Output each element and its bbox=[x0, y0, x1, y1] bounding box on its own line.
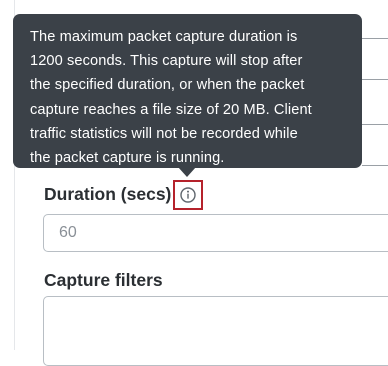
capture-filters-input[interactable] bbox=[43, 296, 388, 366]
background-field-edge bbox=[362, 165, 388, 166]
tooltip-arrow bbox=[178, 167, 196, 177]
tooltip-line: traffic statistics will not be recorded … bbox=[30, 125, 298, 142]
tooltip-line: The maximum packet capture duration is bbox=[30, 29, 298, 45]
tooltip-line: the specified duration, or when the pack… bbox=[30, 77, 305, 94]
background-field-edge bbox=[362, 124, 388, 125]
duration-label: Duration (secs) bbox=[44, 184, 172, 204]
background-field-edge bbox=[362, 79, 388, 80]
tooltip-line: 1200 seconds. This capture will stop aft… bbox=[30, 53, 303, 70]
capture-filters-label: Capture filters bbox=[44, 270, 163, 290]
info-icon[interactable] bbox=[180, 187, 196, 203]
info-tooltip: The maximum packet capture duration is 1… bbox=[13, 14, 362, 168]
background-field-edge bbox=[362, 38, 388, 39]
duration-input[interactable] bbox=[43, 214, 388, 252]
tooltip-line: capture reaches a file size of 20 MB. Cl… bbox=[30, 101, 312, 118]
